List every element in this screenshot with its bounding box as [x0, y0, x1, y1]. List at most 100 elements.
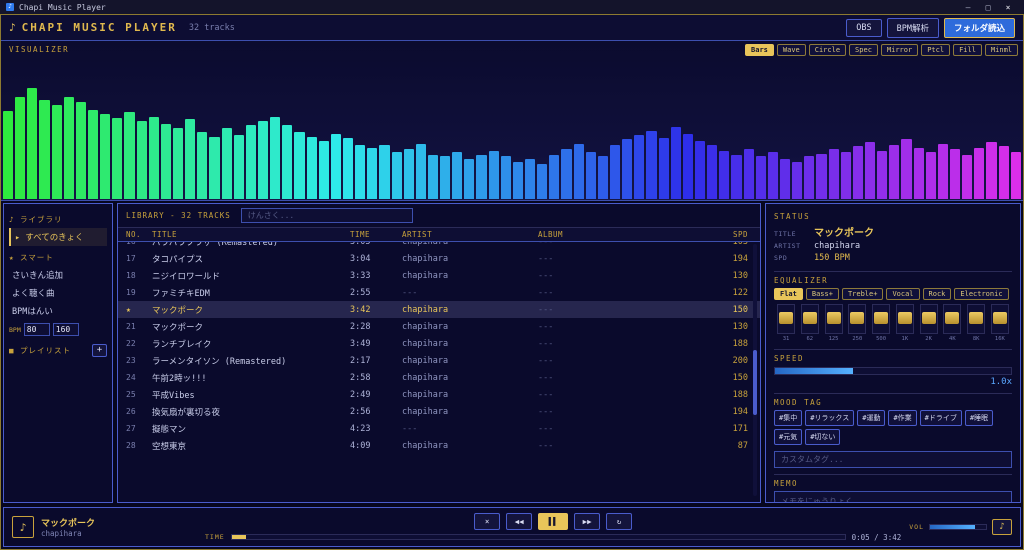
cell-spd: 122	[732, 287, 748, 298]
cell-title: 空想東京	[152, 441, 187, 452]
mood-tag[interactable]: #ドライブ	[919, 410, 962, 426]
mood-tag[interactable]: #睡眠	[964, 410, 994, 426]
table-row[interactable]: 23 ラーメンタイソン (Remastered) 2:17 chapihara --- 2…	[118, 352, 760, 369]
table-row[interactable]: 21 マックポーク 2:28 chapihara --- 130	[118, 318, 760, 335]
obs-button[interactable]: OBS	[846, 18, 882, 37]
cell-album: ---	[538, 423, 554, 434]
mood-tag[interactable]: #元気	[774, 429, 803, 445]
viz-bar	[15, 96, 26, 199]
viz-mode-minml[interactable]: Minml	[984, 44, 1018, 56]
col-time: TIME	[350, 230, 371, 239]
cell-title: タコパイプス	[152, 254, 204, 265]
speaker-icon[interactable]: ♪	[992, 519, 1012, 535]
eq-band-slider[interactable]: 8K	[966, 304, 986, 342]
eq-band-slider[interactable]: 1K	[895, 304, 915, 342]
sidebar-item[interactable]: BPMはんい	[9, 302, 107, 320]
eq-band-slider[interactable]: 250	[847, 304, 867, 342]
viz-bar	[804, 156, 815, 199]
mood-tag[interactable]: #集中	[774, 410, 803, 426]
pause-button[interactable]: ▌▌	[538, 512, 569, 530]
eq-band-slider[interactable]: 500	[871, 304, 891, 342]
custom-tag-input[interactable]	[774, 451, 1012, 468]
viz-mode-mirror[interactable]: Mirror	[880, 44, 919, 56]
eq-preset-bass+[interactable]: Bass+	[805, 288, 839, 300]
cell-album: ---	[538, 389, 554, 400]
bpm-analyze-button[interactable]: BPM解析	[886, 17, 939, 38]
cell-no: 17	[126, 254, 136, 263]
eq-band-slider[interactable]: 2K	[919, 304, 939, 342]
viz-mode-circle[interactable]: Circle	[808, 44, 847, 56]
speed-slider[interactable]	[774, 367, 1012, 375]
eq-preset-flat[interactable]: Flat	[774, 288, 803, 300]
sidebar-item-all-tracks[interactable]: ▸ すべてのきょく	[9, 228, 107, 246]
scrollbar-thumb[interactable]	[753, 349, 757, 416]
search-input[interactable]	[240, 208, 413, 223]
close-icon[interactable]: ×	[998, 3, 1018, 12]
mood-tag-list: #集中 #リラックス #運動 #作業 #ドライブ #睡眠 #元気 #切ない	[774, 410, 1012, 445]
table-row[interactable]: 26 換気扇が裏切る夜 2:56 chapihara --- 194	[118, 403, 760, 420]
table-row[interactable]: 22 ランチブレイク 3:49 chapihara --- 188	[118, 335, 760, 352]
viz-bar	[573, 143, 584, 199]
mood-tag[interactable]: #運動	[857, 410, 886, 426]
mood-tag[interactable]: #切ない	[805, 429, 841, 445]
viz-mode-wave[interactable]: Wave	[776, 44, 806, 56]
status-spd-value: 150 BPM	[814, 253, 850, 263]
time-progress-bar[interactable]	[230, 534, 846, 540]
next-button[interactable]: ▶▶	[574, 512, 601, 530]
eq-preset-rock[interactable]: Rock	[922, 288, 952, 300]
sidebar-item[interactable]: よく聴く曲	[9, 284, 107, 302]
table-row[interactable]: 18 ニジイロワールド 3:33 chapihara --- 130	[118, 267, 760, 284]
eq-band-slider[interactable]: 16K	[990, 304, 1010, 342]
eq-preset-vocal[interactable]: Vocal	[886, 288, 920, 300]
viz-bar	[937, 143, 948, 199]
table-row[interactable]: 24 午前2時ッ!!! 2:58 chapihara --- 150	[118, 369, 760, 386]
viz-bar	[464, 159, 475, 199]
maximize-icon[interactable]: □	[978, 3, 998, 12]
bpm-min-input[interactable]	[23, 323, 50, 336]
folder-load-button[interactable]: フォルダ読込	[943, 17, 1015, 38]
now-playing: ♪ マックポーク chapihara	[12, 516, 197, 538]
table-row[interactable]: 17 タコパイプス 3:04 chapihara --- 194	[118, 250, 760, 267]
viz-bar	[100, 113, 111, 199]
viz-bar	[719, 150, 730, 199]
viz-bar	[75, 102, 86, 199]
mood-tag-header: MOOD TAG	[774, 398, 823, 407]
viz-mode-fill[interactable]: Fill	[953, 44, 982, 56]
table-row[interactable]: 16パラパラプラザ (Remastered) 3:05chapihara---10…	[118, 242, 760, 250]
mood-tag[interactable]: #リラックス	[805, 410, 855, 426]
viz-mode-spec[interactable]: Spec	[849, 44, 878, 56]
eq-preset-treble+[interactable]: Treble+	[841, 288, 884, 300]
minimize-icon[interactable]: —	[958, 3, 978, 12]
table-row[interactable]: 27 擬態マン 4:23 --- --- 171	[118, 420, 760, 437]
volume-slider[interactable]	[929, 524, 987, 530]
smart-list: さいきん追加 よく聴く曲 BPMはんい	[9, 266, 107, 320]
table-row[interactable]: 25 平成Vibes 2:49 chapihara --- 188	[118, 386, 760, 403]
eq-band-slider[interactable]: 125	[824, 304, 844, 342]
eq-preset-electronic[interactable]: Electronic	[954, 288, 1009, 300]
repeat-button[interactable]: ↻	[606, 512, 633, 530]
bpm-max-input[interactable]	[52, 323, 79, 336]
sidebar-item[interactable]: さいきん追加	[9, 266, 107, 284]
eq-band-slider[interactable]: 62	[800, 304, 820, 342]
table-row[interactable]: ★ マックポーク 3:42 chapihara --- 150	[118, 301, 760, 318]
cell-time: 2:55	[350, 287, 371, 298]
viz-bar	[379, 145, 390, 199]
previous-button[interactable]: ◀◀	[506, 512, 533, 530]
shuffle-button[interactable]: ×	[474, 512, 501, 530]
eq-band-slider[interactable]: 31	[776, 304, 796, 342]
cell-artist: chapihara	[402, 270, 449, 281]
viz-bar	[87, 109, 99, 199]
viz-mode-ptcl[interactable]: Ptcl	[921, 44, 951, 56]
add-playlist-button[interactable]: +	[92, 344, 107, 357]
cell-no: 19	[126, 288, 136, 297]
table-row[interactable]: 28 空想東京 4:09 chapihara --- 87	[118, 437, 760, 454]
eq-band-slider[interactable]: 4K	[942, 304, 962, 342]
viz-mode-bars[interactable]: Bars	[745, 44, 774, 56]
memo-textarea[interactable]	[774, 491, 1012, 502]
mood-tag-section: MOOD TAG #集中 #リラックス #運動 #作業 #ドライブ #睡眠 #元気 #切ない	[774, 393, 1012, 468]
volume-label: VOL	[909, 523, 924, 531]
table-row[interactable]: 19 ファミチキEDM 2:55 --- --- 122	[118, 284, 760, 301]
mood-tag[interactable]: #作業	[888, 410, 917, 426]
viz-bar	[476, 154, 487, 199]
viz-bar	[780, 159, 791, 199]
